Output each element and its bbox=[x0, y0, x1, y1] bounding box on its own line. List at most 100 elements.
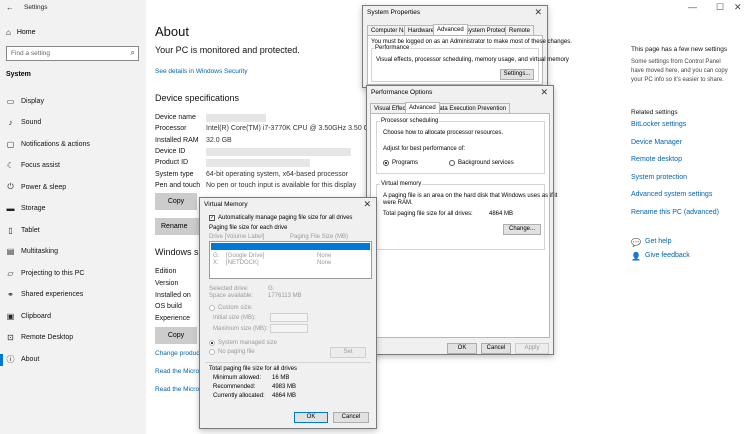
related-link-rename-this-pc-advanced[interactable]: Rename this PC (advanced) bbox=[631, 209, 719, 216]
notifications-icon: ▢ bbox=[6, 139, 15, 149]
security-link[interactable]: See details in Windows Security bbox=[155, 68, 248, 75]
change-button[interactable]: Change... bbox=[503, 224, 541, 235]
close-icon[interactable]: ✕ bbox=[534, 7, 542, 18]
related-link-bitlocker-settings[interactable]: BitLocker settings bbox=[631, 121, 686, 128]
selected-drive-label: Selected drive: bbox=[209, 286, 249, 292]
close-icon[interactable]: ✕ bbox=[734, 2, 742, 13]
search-input[interactable]: Find a setting ⌕ bbox=[6, 46, 139, 61]
auto-manage-label: Automatically manage paging file size fo… bbox=[218, 215, 353, 221]
apply-button[interactable]: Apply bbox=[515, 343, 549, 354]
rename-pc-button[interactable]: Rename this P bbox=[155, 218, 200, 235]
set-button[interactable]: Set bbox=[330, 347, 366, 358]
sidebar-item-multitasking[interactable]: ▤ Multitasking bbox=[6, 246, 58, 258]
windows-spec-key: Experience bbox=[155, 315, 191, 323]
home-icon: ⌂ bbox=[6, 28, 11, 37]
spec-key: Installed RAM bbox=[155, 136, 199, 144]
drive-list[interactable]: G: [Google Drive] None X: [NETDOCK] None bbox=[209, 241, 372, 279]
tab-advanced[interactable]: Advanced bbox=[405, 102, 440, 113]
currently-allocated-label: Currently allocated: bbox=[213, 393, 265, 399]
sidebar-item-shared-experiences[interactable]: ⚭ Shared experiences bbox=[6, 289, 83, 301]
sidebar-item-tablet[interactable]: ▯ Tablet bbox=[6, 224, 39, 236]
sidebar-item-label: Power & sleep bbox=[21, 183, 67, 191]
related-link-advanced-system-settings[interactable]: Advanced system settings bbox=[631, 191, 712, 198]
copy-button-2[interactable]: Copy bbox=[155, 327, 197, 344]
page-title: About bbox=[155, 24, 189, 39]
performance-group: Performance Visual effects, processor sc… bbox=[371, 45, 569, 82]
related-link-device-manager[interactable]: Device Manager bbox=[631, 139, 682, 146]
sidebar-item-focus-assist[interactable]: ☾ Focus assist bbox=[6, 160, 60, 172]
tab-remote[interactable]: Remote bbox=[505, 25, 535, 35]
programs-radio[interactable] bbox=[383, 160, 389, 166]
min-allowed-value: 16 MB bbox=[272, 375, 290, 381]
spec-value: No pen or touch input is available for t… bbox=[206, 181, 357, 189]
copy-button[interactable]: Copy bbox=[155, 193, 197, 210]
help-icon: 💬 bbox=[631, 238, 641, 247]
license-terms-link[interactable]: Read the Micros bbox=[155, 386, 202, 393]
custom-size-radio[interactable] bbox=[209, 305, 215, 311]
power-icon: ⏻ bbox=[7, 182, 14, 191]
sidebar-item-about[interactable]: ⓘ About bbox=[6, 353, 40, 365]
tab-data-execution-prevention[interactable]: Data Execution Prevention bbox=[431, 103, 511, 113]
total-heading: Total paging file size for all drives bbox=[209, 366, 298, 372]
tab-advanced[interactable]: Advanced bbox=[433, 24, 468, 35]
maximize-icon[interactable]: ☐ bbox=[716, 2, 724, 13]
home-nav[interactable]: ⌂ Home bbox=[6, 28, 36, 37]
sidebar-item-notifications-actions[interactable]: ▢ Notifications & actions bbox=[6, 138, 90, 150]
give-feedback-link[interactable]: Give feedback bbox=[645, 252, 690, 259]
services-agreement-link[interactable]: Read the Micros bbox=[155, 368, 202, 375]
spec-value: 64-bit operating system, x64-based proce… bbox=[206, 170, 349, 178]
cancel-button[interactable]: Cancel bbox=[333, 412, 369, 423]
search-icon[interactable]: ⌕ bbox=[131, 48, 135, 58]
related-link-system-protection[interactable]: System protection bbox=[631, 174, 687, 181]
programs-label: Programs bbox=[392, 160, 419, 166]
sidebar-item-display[interactable]: ▭ Display bbox=[6, 95, 44, 107]
get-help-link[interactable]: Get help bbox=[645, 238, 671, 245]
new-settings-text-2: have moved here, and you can copy bbox=[631, 68, 728, 74]
sidebar-item-power-sleep[interactable]: ⏻ Power & sleep bbox=[6, 181, 66, 193]
performance-settings-button[interactable]: Settings... bbox=[500, 69, 534, 80]
cancel-button[interactable]: Cancel bbox=[481, 343, 511, 354]
advanced-tab-panel: You must be logged on as an Administrato… bbox=[367, 35, 572, 85]
sidebar-item-clipboard[interactable]: ▣ Clipboard bbox=[6, 310, 51, 322]
dialog-title: System Properties bbox=[367, 9, 421, 16]
performance-label: Performance bbox=[374, 45, 411, 51]
max-size-input[interactable] bbox=[270, 324, 308, 333]
background-services-radio[interactable] bbox=[449, 160, 455, 166]
spec-key: System type bbox=[155, 170, 194, 178]
back-arrow-icon[interactable]: ← bbox=[6, 3, 14, 12]
minimize-icon[interactable]: — bbox=[688, 2, 697, 12]
dialog-title: Virtual Memory bbox=[204, 201, 248, 208]
no-paging-radio[interactable] bbox=[209, 349, 215, 355]
sidebar-item-remote-desktop[interactable]: ⊡ Remote Desktop bbox=[6, 332, 73, 344]
system-properties-dialog: System Properties ✕ Computer Name Hardwar… bbox=[362, 5, 572, 88]
selected-drive-row[interactable] bbox=[211, 243, 370, 250]
spec-key: Product ID bbox=[155, 159, 189, 167]
remote-desktop-icon: ⊡ bbox=[7, 333, 14, 342]
system-managed-radio[interactable] bbox=[209, 340, 215, 346]
close-icon[interactable]: ✕ bbox=[363, 199, 371, 210]
selected-drive-value: G: bbox=[268, 286, 275, 292]
tablet-icon: ▯ bbox=[8, 225, 13, 235]
new-settings-text-3: your PC info so it's easier to share. bbox=[631, 77, 724, 83]
sidebar-item-storage[interactable]: ▬ Storage bbox=[6, 203, 46, 215]
focus-assist-icon: ☾ bbox=[6, 161, 15, 170]
sidebar-item-sound[interactable]: ♪ Sound bbox=[6, 117, 42, 129]
sidebar-item-label: Remote Desktop bbox=[21, 334, 74, 341]
related-link-remote-desktop[interactable]: Remote desktop bbox=[631, 156, 682, 163]
spec-key: Processor bbox=[155, 125, 187, 133]
divider bbox=[205, 362, 371, 363]
ok-button[interactable]: OK bbox=[294, 412, 328, 423]
sidebar-item-label: About bbox=[21, 355, 40, 363]
auto-manage-checkbox[interactable]: ✓ bbox=[209, 215, 215, 221]
settings-sidebar: ← Settings ⌂ Home Find a setting ⌕ Syste… bbox=[0, 0, 146, 434]
space-available-label: Space available: bbox=[209, 293, 254, 299]
close-icon[interactable]: ✕ bbox=[540, 87, 548, 98]
performance-options-dialog: Performance Options ✕ Visual Effects Adva… bbox=[366, 85, 557, 355]
window-title: Settings bbox=[24, 4, 48, 11]
per-drive-label: Paging file size for each drive bbox=[209, 225, 288, 231]
change-product-key-link[interactable]: Change product bbox=[155, 350, 201, 357]
ok-button[interactable]: OK bbox=[447, 343, 477, 354]
initial-size-input[interactable] bbox=[270, 313, 308, 322]
spec-key: Pen and touch bbox=[155, 181, 201, 189]
sidebar-item-projecting-to-this-pc[interactable]: ▱ Projecting to this PC bbox=[6, 267, 84, 279]
